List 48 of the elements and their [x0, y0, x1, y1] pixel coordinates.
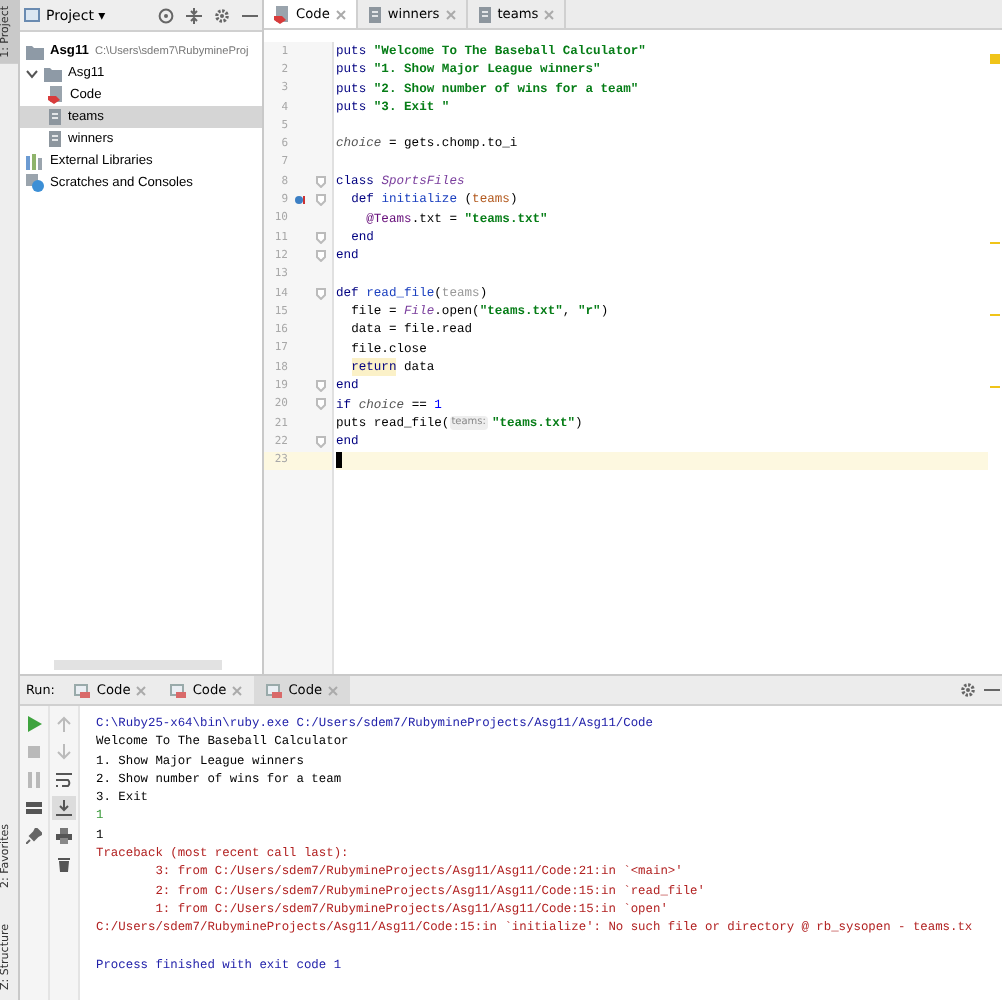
warning-mark[interactable]: [990, 241, 1000, 244]
close-icon[interactable]: [335, 9, 346, 19]
close-icon[interactable]: [136, 685, 147, 695]
soft-wrap-icon[interactable]: [56, 772, 72, 788]
override-marker-icon[interactable]: [294, 194, 306, 207]
fold-marker-icon[interactable]: [315, 287, 325, 299]
play-icon[interactable]: [26, 716, 42, 732]
text-cursor: [336, 452, 342, 469]
text-file-icon[interactable]: [367, 5, 382, 23]
run-config-icon[interactable]: [74, 683, 91, 697]
up-arrow-icon[interactable]: [56, 716, 72, 732]
scrollbar[interactable]: [54, 660, 222, 670]
fold-marker-icon[interactable]: [315, 435, 325, 448]
window-icon[interactable]: [24, 8, 40, 22]
fold-marker-icon[interactable]: [315, 194, 325, 207]
scroll-to-end-icon[interactable]: [56, 800, 72, 816]
ruby-file-icon[interactable]: [274, 5, 290, 23]
pin-icon[interactable]: [26, 828, 42, 844]
stop-icon[interactable]: [26, 744, 42, 760]
close-icon[interactable]: [328, 685, 339, 695]
scratches-icon[interactable]: [26, 174, 44, 192]
fold-marker-icon[interactable]: [315, 231, 325, 244]
close-icon[interactable]: [445, 9, 456, 19]
collapse-icon[interactable]: [186, 7, 202, 23]
run-config-icon[interactable]: [266, 683, 283, 697]
warning-mark[interactable]: [990, 313, 1000, 316]
fold-marker-icon[interactable]: [315, 175, 325, 188]
fold-marker-icon[interactable]: [315, 379, 325, 392]
trash-icon[interactable]: [56, 856, 72, 872]
fold-marker-icon[interactable]: [315, 249, 325, 262]
close-icon[interactable]: [544, 9, 555, 19]
settings-icon[interactable]: [960, 682, 976, 698]
text-file-icon[interactable]: [48, 108, 62, 126]
settings-icon[interactable]: [214, 7, 230, 23]
run-config-icon[interactable]: [170, 683, 187, 697]
pause-icon[interactable]: [26, 772, 42, 788]
target-icon[interactable]: [158, 7, 174, 23]
print-icon[interactable]: [56, 828, 72, 844]
warning-mark[interactable]: [990, 386, 1000, 389]
chevron-down-icon[interactable]: [26, 67, 38, 79]
fold-marker-icon[interactable]: [315, 398, 325, 411]
close-icon[interactable]: [232, 685, 243, 695]
library-icon[interactable]: [26, 153, 44, 169]
text-file-icon[interactable]: [477, 5, 492, 23]
layout-icon[interactable]: [26, 800, 42, 816]
ruby-file-icon[interactable]: [48, 86, 64, 104]
text-file-icon[interactable]: [48, 130, 62, 148]
down-arrow-icon[interactable]: [56, 744, 72, 760]
